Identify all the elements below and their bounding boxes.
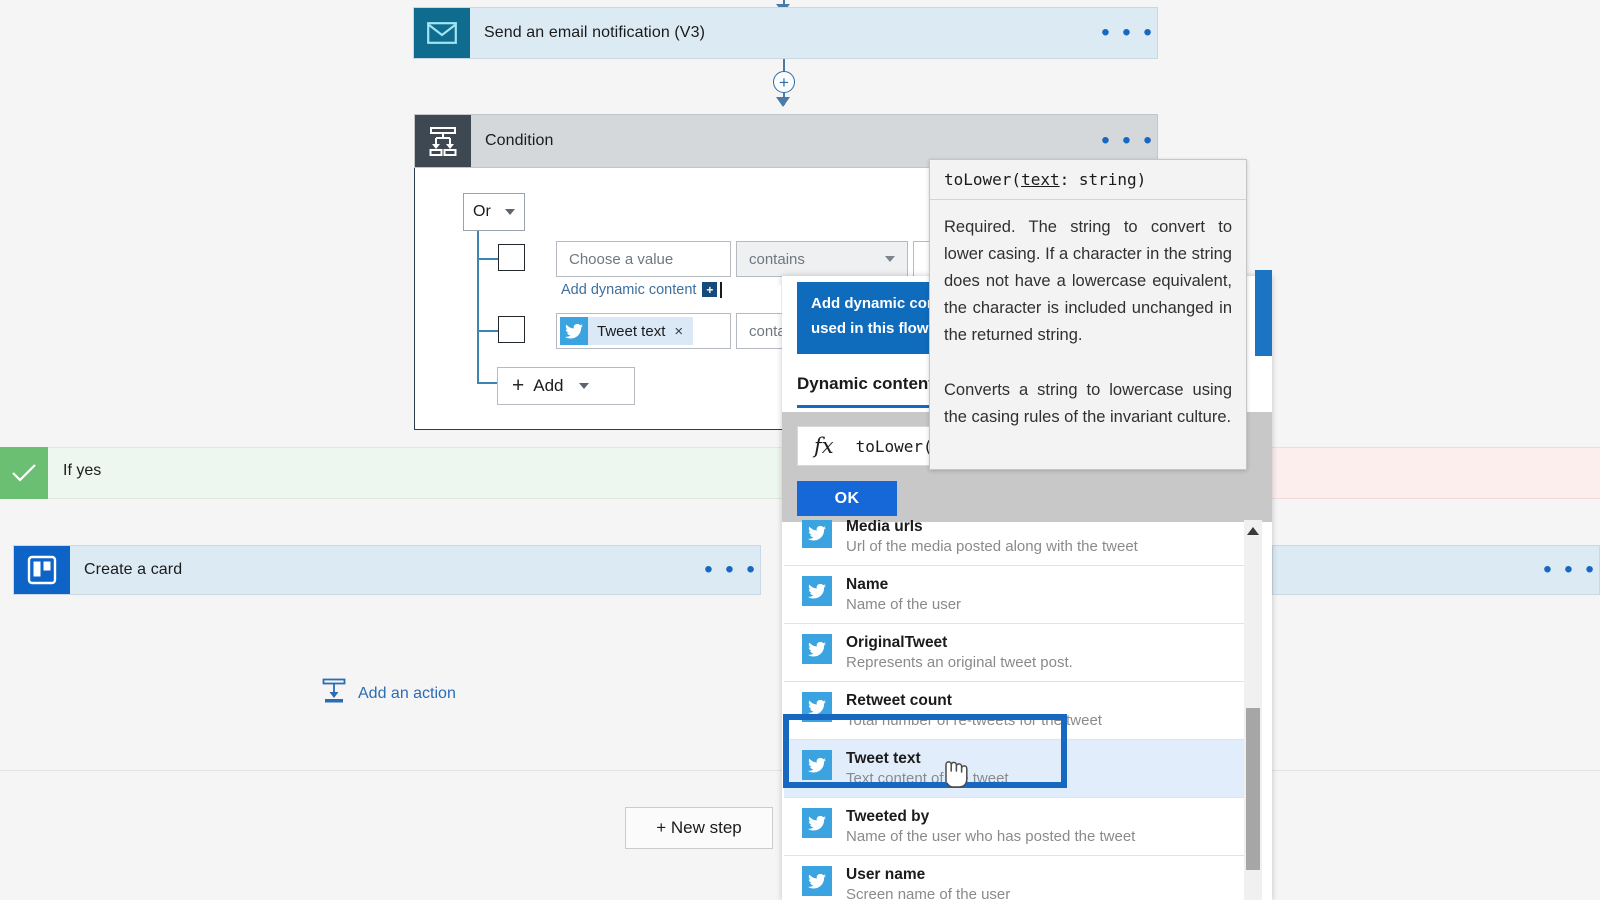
action-card-title: Create a card (84, 561, 183, 578)
list-item-name: Retweet count (846, 692, 952, 709)
branch-if-yes-band (48, 447, 790, 499)
dynamic-token-label: Tweet text (597, 322, 666, 340)
list-item[interactable]: Name Name of the user (784, 566, 1256, 624)
add-condition-button[interactable]: + Add (497, 367, 635, 405)
condition-tree-trunk (477, 231, 479, 383)
condition-tree-branch-3 (477, 382, 499, 384)
list-item-name: Name (846, 576, 889, 593)
condition-value-field-2[interactable]: Tweet text × (556, 313, 731, 349)
action-card-if-no-placeholder[interactable]: • • • (1272, 545, 1600, 595)
condition-row-checkbox-2[interactable] (498, 316, 525, 343)
add-an-action-label: Add an action (358, 684, 456, 702)
add-dynamic-content-label: Add dynamic content (561, 282, 697, 298)
branch-if-yes-header (0, 447, 790, 499)
signature-prefix: toLower( (944, 170, 1022, 189)
twitter-icon (560, 317, 588, 345)
dynamic-token-remove-icon[interactable]: × (674, 323, 683, 340)
twitter-icon (802, 520, 832, 548)
chevron-down-icon (578, 383, 589, 389)
branch-if-yes-label: If yes (63, 462, 102, 479)
scrollbar-thumb[interactable] (1246, 708, 1260, 870)
new-step-button[interactable]: + New step (625, 807, 773, 849)
list-item-description: Represents an original tweet post. (846, 654, 1073, 671)
expression-help-tooltip: toLower(text: string) Required. The stri… (929, 159, 1247, 470)
condition-operator-value: contains (749, 250, 805, 268)
connector-arrow-to-condition (776, 97, 790, 107)
list-item-name: User name (846, 866, 926, 883)
add-condition-label: Add (533, 376, 564, 395)
chevron-down-icon (505, 209, 515, 215)
condition-row-checkbox-1[interactable] (498, 244, 525, 271)
action-card-more-button[interactable]: • • • (1099, 129, 1157, 153)
twitter-icon (802, 634, 832, 664)
branch-if-no-band (1272, 447, 1600, 499)
action-card-create-a-card[interactable]: Create a card • • • (13, 545, 761, 595)
condition-value-field-1[interactable]: Choose a value (556, 241, 731, 277)
logic-operator-value: Or (473, 203, 491, 220)
condition-tree-branch-1 (477, 258, 499, 260)
action-card-title: Condition (485, 132, 554, 149)
check-icon (0, 447, 48, 499)
expression-help-paragraph-2: Converts a string to lowercase using the… (944, 381, 1232, 426)
twitter-icon (802, 576, 832, 606)
expression-ok-button[interactable]: OK (797, 481, 897, 516)
list-item-description: Url of the media posted along with the t… (846, 538, 1138, 555)
list-item-description: Name of the user who has posted the twee… (846, 828, 1136, 845)
condition-operator-value: conta (749, 322, 786, 340)
plus-icon: + (512, 374, 525, 397)
branch-bottom-divider (0, 770, 782, 771)
tooltip-arrow (766, 284, 781, 314)
action-card-title: Send an email notification (V3) (484, 24, 705, 41)
list-item-name: OriginalTweet (846, 634, 948, 651)
list-item-description: Screen name of the user (846, 886, 1011, 900)
condition-value-placeholder: Choose a value (569, 250, 674, 268)
expression-signature: toLower(text: string) (930, 160, 1246, 200)
condition-operator-field-1[interactable]: contains (736, 241, 908, 277)
action-card-more-button[interactable]: • • • (1541, 558, 1599, 582)
condition-branch-icon (415, 115, 471, 167)
signature-suffix: : string) (1059, 170, 1147, 189)
condition-tree-branch-2 (477, 330, 499, 332)
add-dynamic-content-link[interactable]: Add dynamic content + (561, 281, 723, 299)
list-item[interactable]: OriginalTweet Represents an original twe… (784, 624, 1256, 682)
twitter-icon (802, 808, 832, 838)
list-item[interactable]: Tweeted by Name of the user who has post… (784, 798, 1256, 856)
chevron-down-icon (885, 256, 895, 262)
insert-step-button[interactable]: + (773, 71, 795, 93)
add-action-icon (321, 678, 347, 709)
expression-help-body: Required. The string to convert to lower… (930, 200, 1246, 469)
dynamic-content-list[interactable]: Media urls Url of the media posted along… (784, 520, 1256, 900)
panel-accent-strip (1255, 270, 1272, 356)
dynamic-token-tweet-text[interactable]: Tweet text × (560, 317, 694, 345)
add-an-action-button[interactable]: Add an action (321, 678, 456, 709)
list-item[interactable]: User name Screen name of the user (784, 856, 1256, 900)
action-card-send-email[interactable]: Send an email notification (V3) • • • (413, 7, 1158, 59)
action-card-more-button[interactable]: • • • (702, 558, 760, 582)
logic-operator-dropdown[interactable]: Or (463, 193, 525, 231)
trello-icon (14, 546, 70, 594)
selection-highlight-tweet-text (783, 714, 1067, 788)
expression-value: toLower( (855, 436, 933, 456)
add-dynamic-content-plus-icon[interactable]: + (702, 282, 718, 298)
list-item-name: Tweeted by (846, 808, 930, 825)
expression-help-paragraph-1: Required. The string to convert to lower… (944, 218, 1232, 344)
action-card-more-button[interactable]: • • • (1099, 21, 1157, 45)
dynamic-content-tab[interactable]: Dynamic content (797, 374, 934, 394)
email-icon (414, 8, 470, 58)
list-item-name: Media urls (846, 520, 923, 535)
list-item[interactable]: Media urls Url of the media posted along… (784, 520, 1256, 566)
branch-bottom-divider-right (1272, 770, 1600, 771)
list-item-description: Name of the user (846, 596, 962, 613)
signature-parameter: text (1021, 170, 1060, 189)
fx-icon: fx (814, 434, 834, 458)
text-cursor (720, 281, 723, 298)
scroll-up-arrow-icon[interactable] (1247, 527, 1259, 535)
twitter-icon (802, 866, 832, 896)
